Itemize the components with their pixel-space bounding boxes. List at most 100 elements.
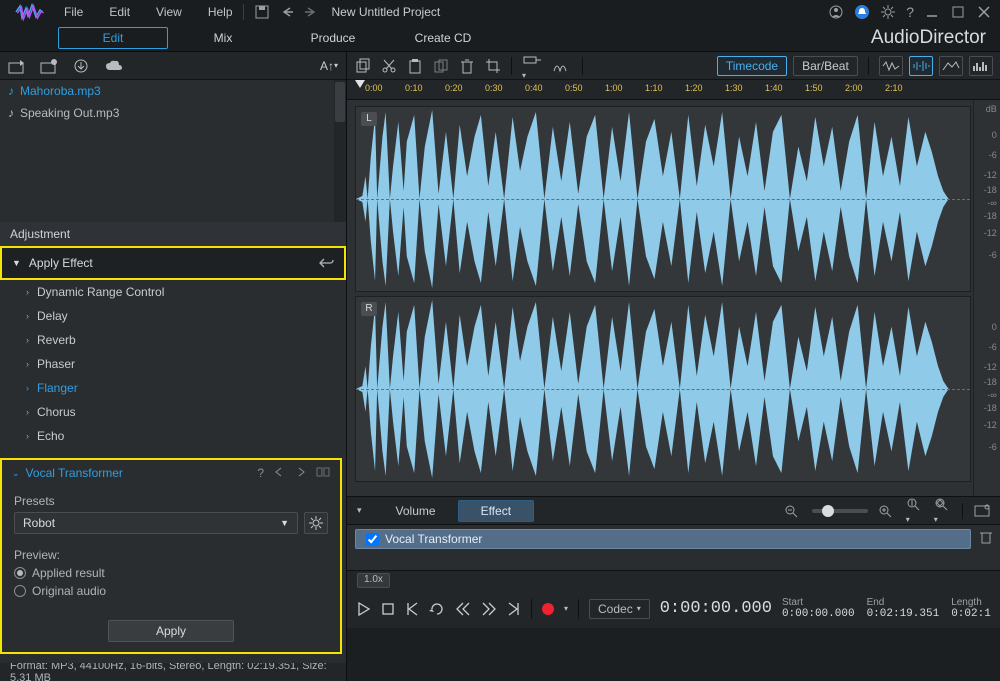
collapse-icon: ▼ — [12, 258, 21, 268]
menu-help[interactable]: Help — [208, 5, 233, 19]
notification-icon[interactable] — [854, 4, 870, 20]
delete-icon[interactable] — [459, 58, 475, 74]
loop-icon[interactable] — [429, 602, 445, 616]
barbeat-button[interactable]: Bar/Beat — [793, 56, 858, 76]
preset-select[interactable]: Robot ▼ — [14, 512, 298, 534]
zoom-in-icon[interactable] — [878, 504, 896, 518]
rewind-icon[interactable] — [455, 602, 471, 616]
copy-icon[interactable] — [355, 58, 371, 74]
menu-edit[interactable]: Edit — [109, 5, 130, 19]
menubar: File Edit View Help New Untitled Project… — [0, 0, 1000, 24]
cloud-icon[interactable] — [104, 58, 124, 74]
effect-delay[interactable]: ›Delay — [0, 304, 342, 328]
timecode-button[interactable]: Timecode — [717, 56, 787, 76]
workspace-tab-produce[interactable]: Produce — [278, 24, 388, 51]
preset-value: Robot — [23, 516, 55, 530]
sort-button[interactable]: A↑▾ — [320, 59, 338, 73]
maximize-icon[interactable] — [950, 4, 966, 20]
menu-file[interactable]: File — [64, 5, 83, 19]
prev-icon[interactable] — [405, 602, 419, 616]
time-ruler[interactable]: 0:00 0:10 0:20 0:30 0:40 0:50 1:00 1:10 … — [347, 80, 1000, 100]
apply-effect-header[interactable]: ▼ Apply Effect — [2, 248, 344, 278]
radio-applied-result[interactable]: Applied result — [14, 566, 328, 580]
library-file-2[interactable]: ♪ Speaking Out.mp3 — [0, 102, 346, 124]
menu-view[interactable]: View — [156, 5, 182, 19]
download-icon[interactable] — [72, 58, 90, 74]
play-icon[interactable] — [357, 602, 371, 616]
minimize-icon[interactable] — [924, 4, 940, 20]
fullscreen-icon[interactable] — [973, 504, 991, 518]
effect-dynamic-range[interactable]: ›Dynamic Range Control — [0, 280, 342, 304]
import-icon[interactable] — [8, 58, 26, 74]
record-button[interactable] — [542, 603, 554, 615]
start-time: 0:00:00.000 — [782, 608, 855, 620]
undo-icon[interactable] — [272, 466, 286, 480]
length-label: Length — [951, 597, 991, 608]
zoom-fit-icon[interactable]: ▾ — [934, 497, 952, 525]
view-spectral-icon[interactable] — [939, 56, 963, 76]
codec-button[interactable]: Codec▾ — [589, 599, 650, 619]
help-icon[interactable]: ? — [906, 4, 914, 20]
tab-volume[interactable]: Volume — [374, 500, 458, 522]
library-file-name: Mahoroba.mp3 — [20, 84, 101, 98]
cut-icon[interactable] — [381, 58, 397, 74]
audio-icon: ♪ — [8, 84, 14, 98]
save-icon[interactable] — [254, 4, 270, 20]
undo-icon[interactable] — [280, 4, 296, 20]
view-stereo-icon[interactable] — [879, 56, 903, 76]
library-file-1[interactable]: ♪ Mahoroba.mp3 — [0, 80, 346, 102]
view-spectrum-icon[interactable] — [969, 56, 993, 76]
time-info: Start0:00:00.000 End0:02:19.351 Length0:… — [782, 597, 991, 620]
vocal-transformer-panel: ⌄ Vocal Transformer ? Presets Robot ▼ — [0, 458, 342, 654]
paste-mix-icon[interactable] — [433, 58, 449, 74]
effect-chip-vocal-transformer[interactable]: Vocal Transformer — [355, 529, 971, 549]
apply-button[interactable]: Apply — [108, 620, 234, 642]
playback-speed[interactable]: 1.0x — [357, 573, 390, 588]
delete-effect-icon[interactable] — [979, 529, 993, 545]
revert-icon[interactable] — [318, 256, 334, 270]
effect-echo[interactable]: ›Echo — [0, 424, 342, 448]
next-icon[interactable] — [507, 602, 521, 616]
redo-icon[interactable] — [302, 4, 318, 20]
channel-left[interactable]: L — [355, 106, 971, 292]
help-icon[interactable]: ? — [257, 466, 264, 480]
noise-icon[interactable] — [552, 58, 572, 74]
zoom-slider[interactable] — [812, 509, 868, 513]
compare-icon[interactable] — [316, 466, 330, 480]
effect-flanger[interactable]: ›Flanger — [0, 376, 342, 400]
effect-phaser[interactable]: ›Phaser — [0, 352, 342, 376]
workspace-tab-createcd[interactable]: Create CD — [388, 24, 498, 51]
timecode-display: 0:00:00.000 — [660, 599, 772, 618]
library-scrollbar[interactable] — [334, 80, 346, 222]
view-waveform-icon[interactable] — [909, 56, 933, 76]
workspace-tab-mix[interactable]: Mix — [168, 24, 278, 51]
insert-silence-icon[interactable]: ▾ — [522, 51, 542, 81]
effect-reverb[interactable]: ›Reverb — [0, 328, 342, 352]
stop-icon[interactable] — [381, 602, 395, 616]
account-icon[interactable] — [828, 4, 844, 20]
effect-chip-label: Vocal Transformer — [385, 532, 482, 546]
playhead-icon[interactable] — [355, 80, 365, 88]
close-icon[interactable] — [976, 4, 992, 20]
vocal-transformer-header[interactable]: ⌄ Vocal Transformer ? — [2, 460, 340, 486]
preset-settings-button[interactable] — [304, 512, 328, 534]
audio-icon: ♪ — [8, 106, 14, 120]
channel-right[interactable]: R — [355, 296, 971, 482]
zoom-out-icon[interactable] — [784, 504, 802, 518]
crop-icon[interactable] — [485, 58, 501, 74]
record-dropdown-icon[interactable]: ▾ — [564, 604, 568, 613]
zoom-v-icon[interactable]: ▾ — [906, 497, 924, 525]
library-file-name: Speaking Out.mp3 — [20, 106, 119, 120]
collapse-icon[interactable]: ▾ — [357, 505, 362, 516]
effect-enable-checkbox[interactable] — [366, 533, 379, 546]
forward-icon[interactable] — [481, 602, 497, 616]
tab-effect[interactable]: Effect — [458, 500, 534, 522]
radio-original-audio[interactable]: Original audio — [14, 584, 328, 598]
settings-icon[interactable] — [880, 4, 896, 20]
record-icon[interactable] — [40, 58, 58, 74]
paste-icon[interactable] — [407, 58, 423, 74]
effect-chorus[interactable]: ›Chorus — [0, 400, 342, 424]
effect-lane-header: ▾ Volume Effect ▾ ▾ — [347, 496, 1000, 524]
redo-icon[interactable] — [294, 466, 308, 480]
workspace-tab-edit[interactable]: Edit — [58, 27, 168, 49]
